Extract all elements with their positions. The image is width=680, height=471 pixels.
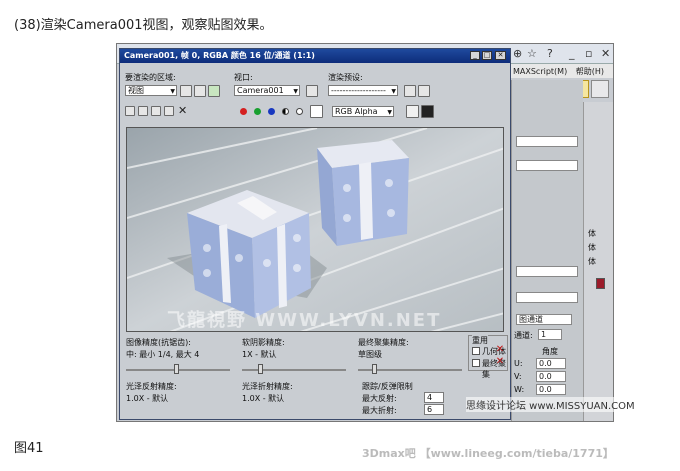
channel-display-value: RGB Alpha [335, 107, 378, 116]
channel-label: 通道: [514, 331, 533, 340]
caption-text: (38)渲染Camera001视图，观察贴图效果。 [14, 18, 273, 33]
glossy-reflection-value: 1.0X - 默认 [126, 394, 169, 403]
teapot-icon[interactable] [591, 80, 609, 98]
green-channel-icon[interactable] [254, 108, 261, 115]
window-close-icon[interactable]: ✕ [495, 51, 506, 60]
soft-shadow-value: 1X - 默认 [242, 350, 277, 359]
render-window-title: Camera001, 帧 0, RGBA 颜色 16 位/通道 (1:1) [120, 49, 510, 63]
command-panel: 体 体 体 [583, 102, 613, 421]
display-overlay-icon[interactable] [421, 105, 434, 118]
blue-channel-icon[interactable] [268, 108, 275, 115]
viewport-dropdown-value: Camera001 [237, 86, 284, 95]
lock-viewport-icon[interactable] [306, 85, 318, 97]
final-gather-thumb[interactable] [372, 364, 377, 374]
clear-geometry-icon[interactable]: ✕ [495, 345, 505, 355]
rendered-scene [127, 128, 503, 331]
v-angle-field[interactable]: 0.0 [536, 371, 566, 382]
credit-text: 3Dmax吧 【www.lineeg.com/tieba/1771】 [362, 447, 614, 460]
max-refraction-label: 最大折射: [362, 406, 397, 415]
side-tab-3[interactable]: 体 [588, 256, 596, 267]
render-window-title-text: Camera001, 帧 0, RGBA 颜色 16 位/通道 (1:1) [124, 51, 315, 60]
final-gather-checkbox[interactable] [472, 359, 480, 367]
glossy-refraction-label: 光泽折射精度: [242, 382, 293, 391]
side-tab-1[interactable]: 体 [588, 228, 596, 239]
final-gather-label: 最终聚集精度: [358, 338, 409, 347]
geometry-checkbox[interactable] [472, 347, 480, 355]
swatch-color-icon[interactable] [310, 105, 323, 118]
save-image-icon[interactable] [125, 106, 135, 116]
render-settings-panel: 图像精度(抗锯齿): 中: 最小 1/4, 最大 4 软阴影精度: 1X - 默… [120, 335, 510, 419]
channel-display-dropdown[interactable]: RGB Alpha ▼ [332, 106, 394, 117]
trace-limits-label: 跟踪/反弹限制 [362, 382, 413, 391]
max-reflection-label: 最大反射: [362, 394, 397, 403]
map-channel-select[interactable]: 图通道 [516, 314, 572, 325]
area-dropdown[interactable]: 视图 ▼ [125, 85, 177, 96]
clear-icon[interactable]: ✕ [178, 104, 187, 117]
preset-dropdown-value: ------------------- [331, 86, 386, 95]
window-minimize-icon[interactable]: _ [470, 51, 480, 60]
right-panel: 图通道 通道: 1 角度 U: 0.0 V: 0.0 W: 0.0 [511, 80, 583, 421]
image-precision-value: 中: 最小 1/4, 最大 4 [126, 350, 200, 359]
rp-dropdown-4[interactable] [516, 292, 578, 303]
mono-icon[interactable] [296, 108, 303, 115]
viewport-label: 视口: [234, 73, 253, 82]
window-maximize-icon[interactable]: □ [482, 51, 492, 60]
reuse-label: 重用 [472, 335, 488, 346]
max-menu-bar: MAXScript(M) 帮助(H) [511, 64, 613, 78]
u-label: U: [514, 359, 523, 368]
toggle-ui-icon[interactable] [406, 105, 419, 118]
clone-frame-icon[interactable] [151, 106, 161, 116]
render-frame-window: Camera001, 帧 0, RGBA 颜色 16 位/通道 (1:1) _ … [119, 48, 511, 420]
star-icon[interactable]: ☆ [527, 47, 537, 60]
soft-shadow-label: 软阴影精度: [242, 338, 285, 347]
v-label: V: [514, 372, 522, 381]
max-reflection-field[interactable]: 4 [424, 392, 444, 403]
render-region-icon[interactable] [208, 85, 220, 97]
area-dropdown-value: 视图 [128, 86, 144, 95]
question-icon[interactable]: ? [547, 47, 553, 60]
max-refraction-field[interactable]: 6 [424, 404, 444, 415]
color-swatch[interactable] [596, 278, 605, 289]
image-precision-label: 图像精度(抗锯齿): [126, 338, 191, 347]
environment-icon[interactable] [418, 85, 430, 97]
u-angle-field[interactable]: 0.0 [536, 358, 566, 369]
rendered-image: 飞龍視野 WWW.LYVN.NET [126, 127, 504, 332]
help-icon[interactable]: ⊕ [513, 47, 522, 60]
side-tab-2[interactable]: 体 [588, 242, 596, 253]
image-precision-thumb[interactable] [174, 364, 179, 374]
final-gather-value: 草图级 [358, 350, 382, 359]
clear-final-gather-icon[interactable]: ✕ [495, 357, 505, 367]
render-setup-button-icon[interactable] [404, 85, 416, 97]
print-image-icon[interactable] [164, 106, 174, 116]
forum-watermark: 思缘设计论坛 www.MISSYUAN.COM [466, 397, 635, 412]
viewport-dropdown[interactable]: Camera001 ▼ [234, 85, 300, 96]
menu-maxscript[interactable]: MAXScript(M) [513, 67, 567, 76]
minimize-icon[interactable]: _ [569, 47, 575, 60]
glossy-reflection-label: 光泽反射精度: [126, 382, 177, 391]
rp-dropdown-1[interactable] [516, 136, 578, 147]
soft-shadow-thumb[interactable] [258, 364, 263, 374]
restore-icon[interactable]: ▫ [585, 47, 592, 60]
w-label: W: [514, 385, 525, 394]
close-icon[interactable]: ✕ [601, 47, 610, 60]
auto-region-icon[interactable] [194, 85, 206, 97]
menu-help[interactable]: 帮助(H) [576, 67, 604, 76]
w-angle-field[interactable]: 0.0 [536, 384, 566, 395]
glossy-refraction-value: 1.0X - 默认 [242, 394, 285, 403]
preset-label: 渲染预设: [328, 73, 363, 82]
rp-dropdown-2[interactable] [516, 160, 578, 171]
red-channel-icon[interactable] [240, 108, 247, 115]
channel-value[interactable]: 1 [538, 329, 562, 340]
alpha-channel-icon[interactable] [282, 108, 289, 115]
copy-image-icon[interactable] [138, 106, 148, 116]
angle-label: 角度 [542, 347, 558, 356]
area-label: 要渲染的区域: [125, 73, 176, 82]
figure-label: 图41 [14, 441, 44, 456]
rp-dropdown-3[interactable] [516, 266, 578, 277]
edit-region-icon[interactable] [180, 85, 192, 97]
preset-dropdown[interactable]: ------------------- ▼ [328, 85, 398, 96]
